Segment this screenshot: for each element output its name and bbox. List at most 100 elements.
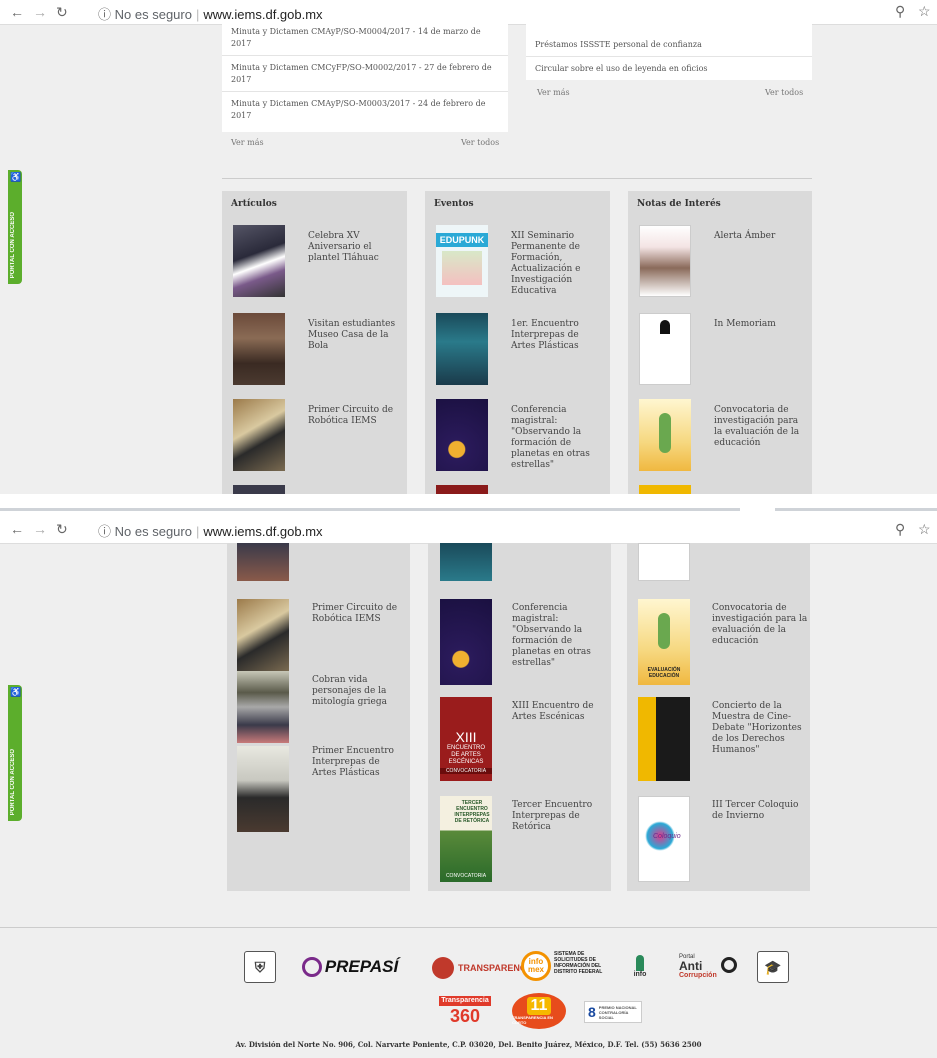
circulares-box: Préstamos ISSSTE personal de confianza C… bbox=[526, 24, 812, 80]
nota-image bbox=[638, 697, 690, 781]
nota-title: Concierto de la Muestra de Cine-Debate "… bbox=[712, 701, 802, 755]
security-label: No es seguro bbox=[114, 524, 192, 539]
eventos-column: Conferencia magistral: "Observando la fo… bbox=[428, 543, 611, 891]
screenshot-top: ← → ↻ ⓘ No es seguro | www.iems.df.gob.mx … bbox=[0, 0, 937, 494]
nota-title: Convocatoria de investigación para la ev… bbox=[712, 603, 808, 646]
articulo-photo bbox=[237, 671, 289, 743]
graduation-cap-icon: 🎓 bbox=[764, 958, 782, 975]
info-df-icon bbox=[636, 954, 644, 971]
prepasi-logo[interactable]: PREPASÍ bbox=[294, 953, 406, 981]
wheelchair-icon: ♿ bbox=[10, 687, 22, 697]
evento-poster bbox=[440, 599, 492, 685]
circular-item-1[interactable]: Préstamos ISSSTE personal de confianza bbox=[535, 39, 803, 51]
evento-title: Conferencia magistral: "Observando la fo… bbox=[512, 603, 591, 668]
zoom-icon[interactable]: ⚲ bbox=[895, 3, 905, 20]
articulos-column: Artículos Celebra XV Aniversario el plan… bbox=[222, 191, 407, 494]
articulo-photo bbox=[233, 485, 285, 494]
articulo-photo bbox=[237, 599, 289, 671]
url-text: www.iems.df.gob.mx bbox=[203, 7, 323, 22]
back-icon[interactable]: ← bbox=[10, 4, 24, 20]
evento-title: XII Seminario Permanente de Formación, A… bbox=[511, 231, 581, 296]
evento-title: Tercer Encuentro Interprepas de Retórica bbox=[512, 800, 593, 832]
nota-title: In Memoriam bbox=[714, 319, 776, 329]
wheelchair-icon: ♿ bbox=[10, 172, 22, 182]
bookmark-star-icon[interactable]: ☆ bbox=[918, 521, 931, 538]
scrollbar-track bbox=[0, 508, 740, 511]
evento-title: Conferencia magistral: "Observando la fo… bbox=[511, 405, 590, 470]
screenshot-gap bbox=[0, 494, 937, 515]
minuta-item-2[interactable]: Minuta y Dictamen CMCyFP/SO-M0002/2017 -… bbox=[231, 62, 499, 86]
info-df-logo[interactable]: info bbox=[628, 949, 652, 983]
minutas-box: Minuta y Dictamen CMAyP/SO-M0004/2017 - … bbox=[222, 24, 508, 132]
portal-anticorrupcion-logo[interactable]: Portal Anti Corrupción bbox=[679, 949, 741, 983]
address-bar[interactable]: ⓘ No es seguro | www.iems.df.gob.mx bbox=[98, 521, 323, 540]
nota-image: Coloquio bbox=[638, 796, 690, 882]
back-icon[interactable]: ← bbox=[10, 521, 24, 537]
evento-poster bbox=[440, 543, 492, 581]
transparencia-icon bbox=[432, 957, 454, 979]
info-icon[interactable]: ⓘ bbox=[98, 524, 111, 539]
evento-poster: EDUPUNK bbox=[436, 225, 488, 297]
articulo-title: Primer Encuentro Interprepas de Artes Pl… bbox=[312, 746, 394, 778]
evento-poster bbox=[436, 313, 488, 385]
nota-image bbox=[639, 313, 691, 385]
articulo-photo bbox=[233, 399, 285, 471]
info-icon[interactable]: ⓘ bbox=[98, 7, 111, 22]
sedu-logo[interactable]: 🎓 bbox=[757, 951, 789, 983]
accessibility-tab[interactable]: ♿ PORTAL CON ACCESO bbox=[8, 685, 22, 821]
browser-toolbar: ← → ↻ ⓘ No es seguro | www.iems.df.gob.mx … bbox=[0, 0, 937, 25]
minutas-ver-todos-link[interactable]: Ver todos bbox=[461, 138, 499, 147]
notas-column: Notas de Interés Alerta Ámber In Memoria… bbox=[628, 191, 812, 494]
circular-item-2[interactable]: Circular sobre el uso de leyenda en ofic… bbox=[535, 63, 803, 75]
reload-icon[interactable]: ↻ bbox=[56, 4, 68, 21]
address-bar[interactable]: ⓘ No es seguro | www.iems.df.gob.mx bbox=[98, 4, 323, 23]
cdmx-shield-logo[interactable]: ⛨ bbox=[244, 951, 276, 983]
circulares-ver-todos-link[interactable]: Ver todos bbox=[765, 88, 803, 97]
nota-image bbox=[639, 485, 691, 494]
circulares-ver-mas-link[interactable]: Ver más bbox=[537, 88, 570, 97]
minutas-ver-mas-link[interactable]: Ver más bbox=[231, 138, 264, 147]
footer-divider bbox=[0, 927, 937, 928]
transparencia-360-logo[interactable]: Transparencia 360 bbox=[438, 995, 492, 1027]
bookmark-star-icon[interactable]: ☆ bbox=[918, 3, 931, 20]
reload-icon[interactable]: ↻ bbox=[56, 521, 68, 538]
evento-poster bbox=[436, 485, 488, 494]
section-divider bbox=[222, 178, 812, 179]
minuta-item-1[interactable]: Minuta y Dictamen CMAyP/SO-M0004/2017 - … bbox=[231, 26, 499, 50]
nota-image bbox=[639, 399, 691, 471]
notas-column: EVALUACIÓN EDUCACIÓN Convocatoria de inv… bbox=[627, 543, 810, 891]
url-text: www.iems.df.gob.mx bbox=[203, 524, 323, 539]
nota-title: Convocatoria de investigación para la ev… bbox=[714, 405, 800, 448]
evento-poster: XIII ENCUENTRO DE ARTES ESCÉNICAS CONVOC… bbox=[440, 697, 492, 781]
ribbon-icon bbox=[660, 320, 670, 334]
infomex-logo[interactable]: info mex bbox=[521, 951, 551, 981]
prepasi-circle-icon bbox=[301, 957, 322, 977]
accessibility-tab[interactable]: ♿ PORTAL CON ACCESO bbox=[8, 170, 22, 284]
notas-title: Notas de Interés bbox=[637, 199, 721, 209]
shield-icon: ⛨ bbox=[254, 958, 266, 975]
articulo-title: Cobran vida personajes de la mitología g… bbox=[312, 675, 388, 707]
nota-image bbox=[638, 543, 690, 581]
articulo-title: Primer Circuito de Robótica IEMS bbox=[312, 603, 398, 624]
articulo-photo bbox=[237, 746, 289, 832]
premio-transparencia-logo[interactable]: 11 TRANSPARENCIA EN CORTO bbox=[512, 993, 566, 1029]
eventos-title: Eventos bbox=[434, 199, 474, 209]
nota-title: III Tercer Coloquio de Invierno bbox=[712, 800, 799, 821]
security-label: No es seguro bbox=[114, 7, 192, 22]
forward-icon[interactable]: → bbox=[33, 521, 47, 537]
footer-address: Av. División del Norte No. 906, Col. Nar… bbox=[235, 1040, 702, 1049]
articulo-title: Celebra XV Aniversario el plantel Tláhua… bbox=[308, 231, 379, 263]
forward-icon[interactable]: → bbox=[33, 4, 47, 20]
nota-image bbox=[639, 225, 691, 297]
infomex-text: SISTEMA DE SOLICITUDES DE INFORMACIÓN DE… bbox=[554, 951, 603, 975]
magnifier-icon bbox=[721, 957, 737, 973]
browser-toolbar: ← → ↻ ⓘ No es seguro | www.iems.df.gob.mx … bbox=[0, 515, 937, 544]
zoom-icon[interactable]: ⚲ bbox=[895, 521, 905, 538]
articulo-title: Visitan estudiantes Museo Casa de la Bol… bbox=[308, 319, 396, 351]
nota-image: EVALUACIÓN EDUCACIÓN bbox=[638, 599, 690, 685]
minuta-item-3[interactable]: Minuta y Dictamen CMAyP/SO-M0003/2017 - … bbox=[231, 98, 499, 122]
premio-contraloria-logo[interactable]: 8 PREMIO NACIONAL CONTRALORÍA SOCIAL bbox=[584, 1001, 642, 1023]
eventos-column: Eventos EDUPUNK XII Seminario Permanente… bbox=[425, 191, 610, 494]
scrollbar-track bbox=[775, 508, 937, 511]
screenshot-bottom: ← → ↻ ⓘ No es seguro | www.iems.df.gob.mx … bbox=[0, 515, 937, 1058]
